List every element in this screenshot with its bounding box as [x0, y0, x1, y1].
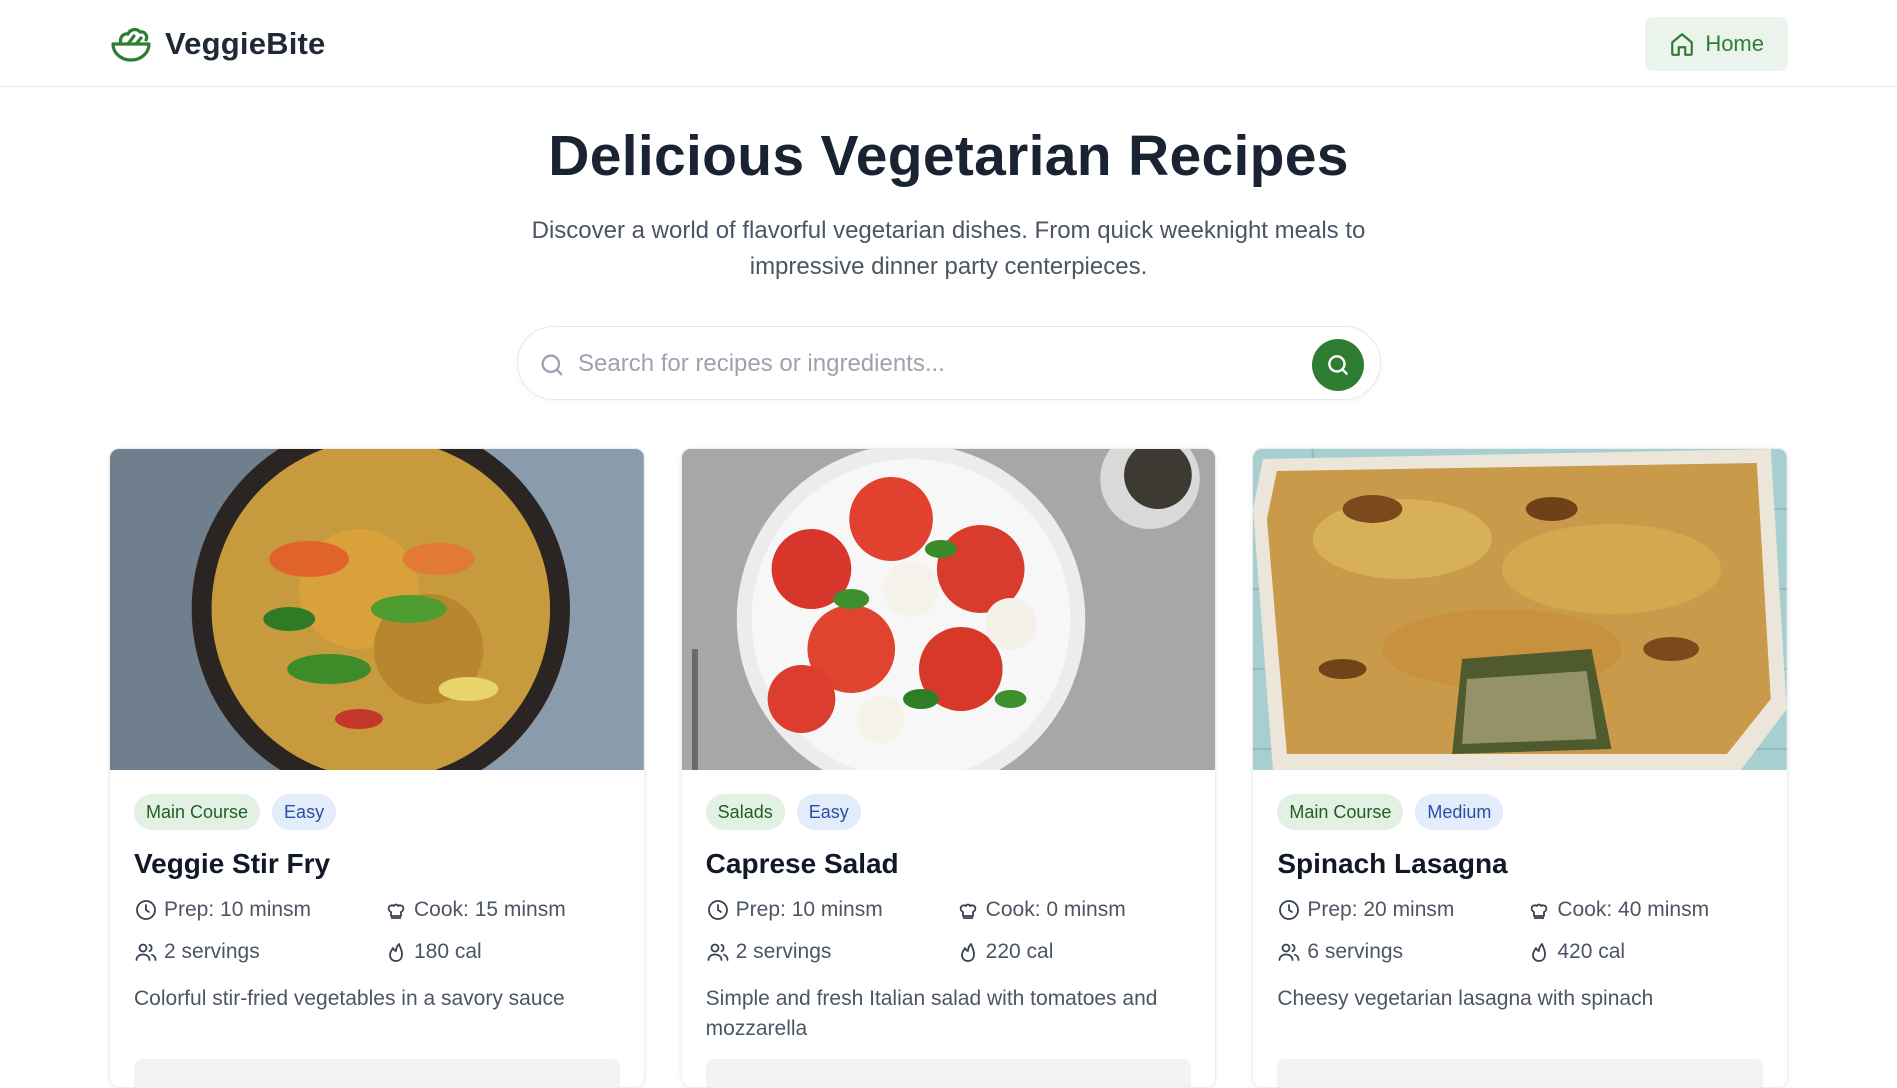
prep-time: Prep: 20 minsm [1277, 896, 1527, 924]
page-subtitle: Discover a world of flavorful vegetarian… [531, 217, 1366, 280]
calories-text: 220 cal [985, 940, 1054, 963]
search-input[interactable] [578, 345, 1278, 383]
recipe-image-caprese [681, 449, 1216, 770]
difficulty-badge: Easy [272, 794, 337, 830]
category-badge: Main Course [1277, 794, 1404, 830]
flame-icon [389, 943, 403, 962]
recipe-title[interactable]: Veggie Stir Fry [134, 848, 620, 880]
salad-bowl-icon [111, 27, 151, 62]
view-recipe-button[interactable] [1277, 1059, 1764, 1087]
servings: 2 servings [134, 938, 384, 966]
prep-time: Prep: 10 minsm [134, 896, 384, 924]
clock-icon [707, 900, 728, 920]
recipe-image-lasagna [1253, 449, 1788, 770]
calories-text: 180 cal [414, 940, 482, 963]
search-submit-button[interactable] [1312, 339, 1364, 391]
chef-hat-icon [1531, 903, 1548, 919]
hero-section: Delicious Vegetarian Recipes Discover a … [0, 123, 1897, 285]
recipe-description: Colorful stir-fried vegetables in a savo… [134, 987, 565, 1010]
servings-text: 2 servings [164, 940, 260, 963]
view-recipe-button[interactable] [705, 1059, 1192, 1087]
home-button[interactable]: Home [1645, 16, 1788, 71]
search-bar [517, 326, 1381, 400]
page-title: Delicious Vegetarian Recipes [548, 124, 1349, 188]
clock-icon [1279, 900, 1300, 920]
cook-time-text: Cook: 0 minsm [985, 898, 1126, 921]
brand-name: VeggieBite [165, 25, 326, 61]
category-badge: Salads [705, 794, 785, 830]
cook-time: Cook: 15 minsm [384, 896, 604, 924]
cook-time: Cook: 0 minsm [956, 896, 1176, 924]
recipe-card[interactable]: Salads Easy Caprese Salad Prep: 10 minsm… [680, 448, 1217, 1088]
chef-hat-icon [387, 903, 405, 919]
servings: 6 servings [1277, 938, 1527, 966]
recipe-title[interactable]: Spinach Lasagna [1277, 848, 1763, 880]
category-badge: Main Course [134, 794, 261, 830]
users-icon [135, 943, 157, 961]
calories: 420 cal [1527, 938, 1747, 966]
flame-icon [1532, 943, 1547, 962]
prep-time-text: Prep: 10 minsm [164, 898, 312, 921]
prep-time: Prep: 10 minsm [706, 896, 956, 924]
flame-icon [960, 943, 975, 962]
recipe-title[interactable]: Caprese Salad [706, 848, 1192, 880]
brand-link[interactable]: VeggieBite [109, 22, 326, 66]
clock-icon [136, 900, 156, 920]
view-recipe-button[interactable] [134, 1059, 620, 1087]
servings-text: 2 servings [735, 940, 832, 963]
prep-time-text: Prep: 20 minsm [1307, 898, 1455, 921]
calories: 220 cal [956, 938, 1176, 966]
difficulty-badge: Medium [1415, 794, 1504, 830]
cook-time-text: Cook: 40 minsm [1557, 898, 1710, 921]
servings-text: 6 servings [1307, 940, 1404, 963]
recipe-grid: Main Course Easy Veggie Stir Fry Prep: 1… [109, 448, 1789, 1088]
recipe-card[interactable]: Main Course Medium Spinach Lasagna Prep:… [1252, 448, 1789, 1088]
difficulty-badge: Easy [796, 794, 861, 830]
cook-time-text: Cook: 15 minsm [414, 898, 566, 921]
search-icon [1328, 355, 1348, 375]
recipe-description: Simple and fresh Italian salad with toma… [705, 987, 1158, 1040]
chef-hat-icon [959, 903, 976, 919]
recipe-description: Cheesy vegetarian lasagna with spinach [1277, 987, 1654, 1010]
recipe-image-stir-fry [110, 449, 644, 770]
servings: 2 servings [706, 938, 956, 966]
calories: 180 cal [384, 938, 604, 966]
home-icon [1671, 32, 1694, 56]
cook-time: Cook: 40 minsm [1527, 896, 1747, 924]
prep-time-text: Prep: 10 minsm [735, 898, 883, 921]
calories-text: 420 cal [1557, 940, 1626, 963]
users-icon [707, 943, 729, 961]
top-navbar: VeggieBite Home [0, 0, 1897, 87]
recipe-card[interactable]: Main Course Easy Veggie Stir Fry Prep: 1… [109, 448, 645, 1088]
home-button-label: Home [1705, 30, 1764, 56]
users-icon [1278, 943, 1300, 961]
search-icon [541, 354, 563, 376]
